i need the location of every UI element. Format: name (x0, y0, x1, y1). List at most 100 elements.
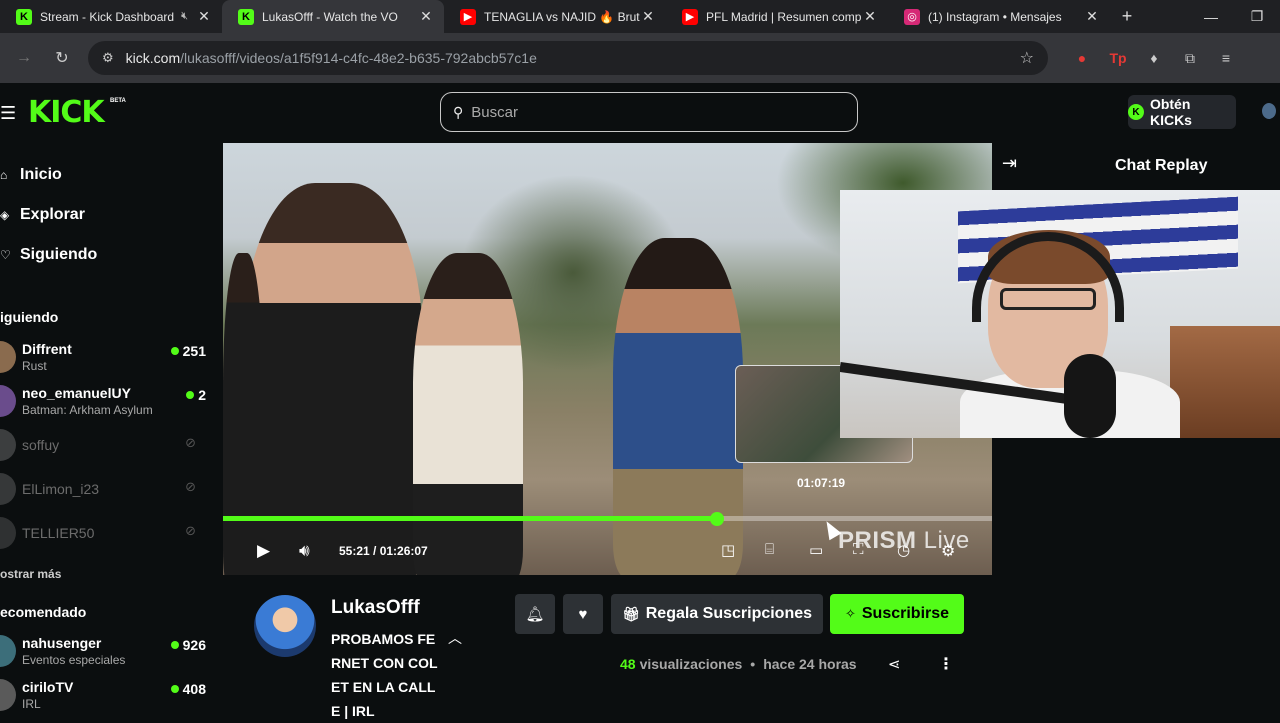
volume-icon[interactable]: 🔊︎ (299, 541, 310, 561)
follow-button[interactable]: ♥ (563, 594, 603, 634)
chat-replay-header: ⇥ Chat Replay (992, 143, 1280, 189)
channel-name: Diffrent (22, 341, 72, 357)
viewer-count: 251 (171, 343, 206, 359)
sidebar-item-siguiendo[interactable]: ♡ Siguiendo (0, 243, 97, 267)
video-figure-middle (413, 253, 523, 575)
time-display: 55:21 / 01:26:07 (339, 544, 428, 558)
tab-favicon-icon: K (16, 8, 32, 25)
get-kicks-button[interactable]: K Obtén KICKs (1128, 95, 1236, 129)
menu-icon[interactable]: ☰ (0, 103, 16, 124)
media-control-icon[interactable]: ≡ (1208, 50, 1244, 66)
close-tab-icon[interactable]: ✕ (196, 8, 212, 25)
show-more-link[interactable]: ostrar más (0, 567, 61, 581)
tab-title: PFL Madrid | Resumen comp (706, 9, 862, 24)
theater-icon[interactable]: ▭ (809, 541, 823, 559)
gift-icon: 🎁︎ (621, 605, 640, 622)
reload-icon[interactable]: ↻ (44, 48, 80, 68)
gift-subs-button[interactable]: 🎁︎ Regala Suscripciones (611, 594, 823, 634)
following-heading: iguiendo (0, 309, 59, 325)
sidebar-channel[interactable]: soffuy ⊘ (0, 427, 212, 467)
channel-avatar[interactable] (254, 595, 316, 657)
new-tab-button[interactable]: + (1112, 6, 1142, 27)
offline-icon: ⊘ (185, 523, 196, 538)
extensions-area: ● Tp ♦ ⧉ ≡ (1064, 41, 1244, 75)
forward-icon[interactable]: → (6, 49, 42, 67)
channel-name[interactable]: LukasOfff (331, 597, 420, 619)
close-tab-icon[interactable]: ✕ (862, 8, 878, 25)
window-controls: — ❐ (1188, 0, 1280, 33)
beta-badge: BETA (110, 98, 126, 104)
extension-red-icon[interactable]: ● (1064, 50, 1100, 66)
sidebar-channel[interactable]: TELLIER50 ⊘ (0, 515, 212, 555)
channel-category: IRL (22, 697, 41, 711)
video-age: hace 24 horas (763, 656, 857, 672)
share-icon[interactable]: ⋖ (888, 655, 901, 673)
close-tab-icon[interactable]: ✕ (418, 8, 434, 25)
tab-favicon-icon: ▶ (460, 8, 476, 25)
subscribe-button[interactable]: ✧ Suscribirse (830, 594, 964, 634)
browser-tab[interactable]: ▶ PFL Madrid | Resumen comp ✕ (666, 0, 888, 33)
avatar (0, 473, 16, 505)
search-placeholder: Buscar (471, 103, 518, 121)
browser-tab[interactable]: K Stream - Kick Dashboard 🔇︎ ✕ (0, 0, 222, 33)
get-kicks-label: Obtén KICKs (1149, 96, 1192, 128)
view-count: 48 (620, 656, 636, 672)
url-path: /lukasofff/videos/a1f5f914-c4fc-48e2-b63… (180, 50, 537, 66)
tab-favicon-icon: ▶ (682, 8, 698, 25)
heart-icon: ♥ (578, 605, 588, 623)
avatar (0, 679, 16, 711)
kick-logo[interactable]: KICK (28, 95, 105, 130)
collapse-chat-icon[interactable]: ⇥ (1002, 153, 1017, 174)
sidebar-channel[interactable]: neo_emanuelUY Batman: Arkham Asylum 2 (0, 383, 212, 423)
avatar (0, 429, 16, 461)
extension-tp-icon[interactable]: Tp (1100, 50, 1136, 66)
browser-tab[interactable]: K LukasOfff - Watch the VO ✕ (222, 0, 444, 33)
minimize-icon[interactable]: — (1188, 9, 1234, 25)
play-icon[interactable]: ▶ (257, 541, 270, 561)
channel-name: neo_emanuelUY (22, 385, 131, 401)
avatar[interactable] (1262, 103, 1276, 119)
tab-muted-icon[interactable]: 🔇︎ (181, 10, 188, 23)
channel-name: ElLimon_i23 (22, 481, 100, 497)
channel-name: TELLIER50 (22, 525, 95, 541)
settings-gear-icon[interactable]: ⚙ (941, 541, 955, 561)
site-settings-icon[interactable]: ⚙ (102, 50, 114, 66)
browser-tab[interactable]: ▶ TENAGLIA vs NAJID 🔥 Brut ✕ (444, 0, 666, 33)
sidebar-channel[interactable]: Diffrent Rust 251 (0, 339, 212, 379)
sparkle-icon: ✧ (844, 606, 856, 621)
seek-preview-time: 01:07:19 (797, 476, 846, 490)
close-tab-icon[interactable]: ✕ (640, 8, 656, 25)
sidebar-item-inicio[interactable]: ⌂ Inicio (0, 163, 62, 187)
subscribe-label: Suscribirse (861, 605, 950, 622)
bell-icon: 🔔︎ (525, 606, 545, 623)
viewer-count: 408 (171, 681, 206, 697)
fullscreen-icon[interactable]: ⛶ (853, 541, 864, 558)
avatar (0, 517, 16, 549)
video-title: PROBAMOS FERNET CON COLET EN LA CALLE | … (331, 631, 438, 719)
close-tab-icon[interactable]: ✕ (1084, 8, 1100, 25)
tab-favicon-icon: ◎ (904, 8, 920, 25)
sidebar-channel[interactable]: nahusenger Eventos especiales 926 (0, 633, 212, 673)
notification-bell-button[interactable]: 🔔︎ (515, 594, 555, 634)
video-figure-right (613, 238, 743, 575)
bookmark-star-icon[interactable]: ☆ (1020, 48, 1034, 68)
sidebar-channel[interactable]: ElLimon_i23 ⊘ (0, 471, 212, 511)
progress-handle[interactable] (710, 512, 724, 526)
sidebar-channel[interactable]: ciriloTV IRL 408 (0, 677, 212, 717)
search-input[interactable]: ⚲ Buscar (440, 92, 858, 132)
sidebar-item-explorar[interactable]: ◈ Explorar (0, 203, 85, 227)
meta-separator: • (750, 656, 756, 672)
channel-name: soffuy (22, 437, 60, 453)
pip-icon[interactable]: ◳ (721, 541, 735, 559)
chevron-up-icon[interactable]: ︿ (448, 628, 462, 648)
more-options-icon[interactable]: ⋮ (938, 654, 954, 674)
browser-tab[interactable]: ◎ (1) Instagram • Mensajes ✕ (888, 0, 1110, 33)
maximize-icon[interactable]: ❐ (1234, 8, 1280, 25)
address-bar[interactable]: ⚙ kick.com/lukasofff/videos/a1f5f914-c4f… (88, 41, 1048, 75)
speed-icon[interactable]: ◷ (897, 541, 910, 559)
url-host: kick.com (125, 50, 181, 66)
extension-drop-icon[interactable]: ♦ (1136, 50, 1172, 66)
sidebar-item-label: Explorar (20, 206, 85, 223)
clip-icon[interactable]: ⌸ (765, 541, 774, 558)
extensions-puzzle-icon[interactable]: ⧉ (1172, 50, 1208, 67)
